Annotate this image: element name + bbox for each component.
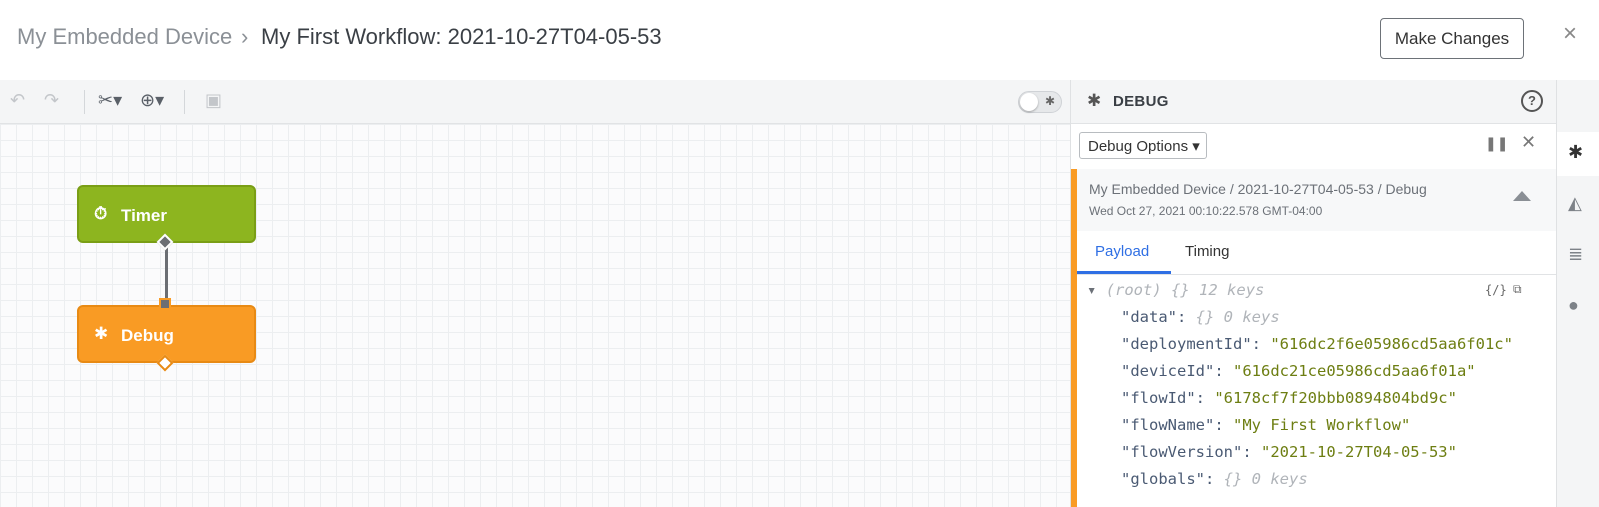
json-meta: {} 0 keys: [1195, 308, 1280, 326]
json-entry: "deploymentId": "616dc2f6e05986cd5aa6f01…: [1121, 335, 1513, 353]
root-braces: {}: [1171, 281, 1190, 299]
pause-icon[interactable]: ❚❚: [1485, 135, 1508, 152]
debug-panel-title: DEBUG: [1113, 93, 1169, 110]
debug-toggle[interactable]: ✱: [1018, 91, 1062, 113]
debug-input-port[interactable]: [159, 298, 171, 310]
toolbar-divider: [84, 90, 85, 114]
copy-icon[interactable]: ⧉: [1513, 282, 1522, 297]
debug-options-dropdown[interactable]: Debug Options ▾: [1079, 132, 1207, 159]
json-key: "data":: [1121, 308, 1187, 326]
side-panel-rail: ✱ ◭ ≣ ●: [1556, 80, 1599, 507]
comment-icon[interactable]: ▣: [205, 90, 222, 111]
page-title: My First Workflow: 2021-10-27T04-05-53: [261, 24, 662, 49]
message-path: My Embedded Device / 2021-10-27T04-05-53…: [1089, 181, 1427, 197]
debug-node[interactable]: ✱ Debug: [77, 305, 256, 363]
debug-message-header[interactable]: My Embedded Device / 2021-10-27T04-05-53…: [1077, 169, 1557, 231]
cut-icon[interactable]: ✂▾: [98, 90, 122, 111]
json-key: "deploymentId":: [1121, 335, 1261, 353]
json-key: "flowId":: [1121, 389, 1205, 407]
json-value: "6178cf7f20bbb0894804bd9c": [1214, 389, 1457, 407]
close-icon[interactable]: ×: [1563, 20, 1577, 48]
node-label: Debug: [121, 326, 174, 345]
json-entry: "deviceId": "616dc21ce05986cd5aa6f01a": [1121, 362, 1476, 380]
bug-icon: ✱: [1045, 94, 1056, 108]
canvas-toolbar: ↶ ↷ ✂▾ ⊕▾ ▣: [0, 80, 1070, 124]
json-key: "flowName":: [1121, 416, 1224, 434]
toolbar-divider: [184, 90, 185, 114]
debug-message: My Embedded Device / 2021-10-27T04-05-53…: [1071, 169, 1557, 507]
root-key-count: 12 keys: [1199, 281, 1265, 299]
breadcrumb-parent[interactable]: My Embedded Device: [17, 24, 232, 50]
bug-icon[interactable]: ✱: [1568, 142, 1583, 163]
database-icon[interactable]: ≣: [1568, 244, 1583, 265]
chart-icon[interactable]: ◭: [1568, 193, 1582, 214]
node-label: Timer: [121, 206, 167, 225]
active-tab-indicator: [1077, 271, 1171, 274]
json-entry: "globals": {} 0 keys: [1121, 470, 1308, 488]
root-label: (root): [1105, 281, 1162, 299]
json-key: "globals":: [1121, 470, 1215, 488]
tab-timing[interactable]: Timing: [1185, 243, 1229, 260]
make-changes-button[interactable]: Make Changes: [1380, 18, 1524, 59]
bug-icon: ✱: [94, 324, 109, 343]
message-tabs: Payload Timing: [1077, 231, 1557, 275]
json-value: "616dc2f6e05986cd5aa6f01c": [1270, 335, 1513, 353]
json-root[interactable]: ▾ (root) {} 12 keys: [1087, 281, 1264, 299]
json-entry: "flowVersion": "2021-10-27T04-05-53": [1121, 443, 1457, 461]
debug-panel: ✱ DEBUG ? Debug Options ▾ ❚❚ ✕ My Embedd…: [1070, 80, 1557, 507]
message-timestamp: Wed Oct 27, 2021 00:10:22.578 GMT-04:00: [1089, 204, 1323, 218]
json-value: "My First Workflow": [1233, 416, 1411, 434]
node-connector[interactable]: [165, 243, 168, 303]
tab-payload[interactable]: Payload: [1095, 243, 1149, 260]
clear-icon[interactable]: ✕: [1521, 132, 1536, 153]
expand-icon[interactable]: ▾: [1087, 281, 1096, 299]
json-value: "616dc21ce05986cd5aa6f01a": [1233, 362, 1476, 380]
breadcrumb-separator: ›: [241, 24, 249, 49]
json-entry: "data": {} 0 keys: [1121, 308, 1280, 326]
json-entry: "flowName": "My First Workflow": [1121, 416, 1410, 434]
debug-panel-header: ✱ DEBUG ?: [1071, 80, 1557, 124]
globe-icon[interactable]: ●: [1568, 295, 1579, 316]
toggle-knob: [1020, 93, 1038, 111]
undo-icon[interactable]: ↶: [10, 90, 25, 111]
redo-icon[interactable]: ↷: [44, 90, 59, 111]
help-icon[interactable]: ?: [1521, 90, 1543, 112]
json-meta: {} 0 keys: [1223, 470, 1308, 488]
collapse-icon[interactable]: [1513, 191, 1531, 201]
page-header: My Embedded Device › My First Workflow: …: [0, 0, 1599, 80]
json-key: "flowVersion":: [1121, 443, 1252, 461]
stopwatch-icon: ⏱: [94, 204, 108, 223]
json-value: "2021-10-27T04-05-53": [1261, 443, 1457, 461]
zoom-icon[interactable]: ⊕▾: [140, 90, 164, 111]
code-view-icon[interactable]: {/}: [1485, 283, 1507, 297]
json-entry: "flowId": "6178cf7f20bbb0894804bd9c": [1121, 389, 1457, 407]
json-key: "deviceId":: [1121, 362, 1224, 380]
bug-icon: ✱: [1087, 91, 1102, 110]
